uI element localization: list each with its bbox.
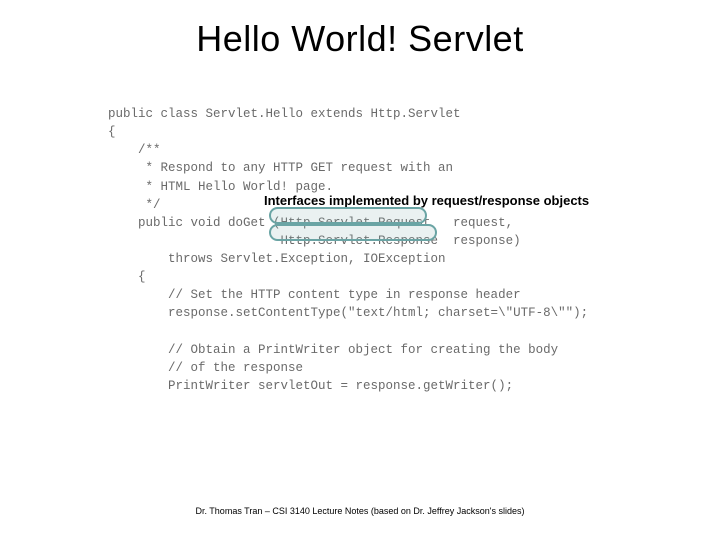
highlight-request-interface xyxy=(269,207,427,224)
code-line: // Set the HTTP content type in response… xyxy=(108,288,521,302)
code-line: { xyxy=(108,125,116,139)
slide-title: Hello World! Servlet xyxy=(0,18,720,60)
code-line: // of the response xyxy=(108,361,303,375)
code-line: PrintWriter servletOut = response.getWri… xyxy=(108,379,513,393)
slide-footer: Dr. Thomas Tran – CSI 3140 Lecture Notes… xyxy=(0,506,720,516)
highlight-response-interface xyxy=(269,224,437,241)
code-line: // Obtain a PrintWriter object for creat… xyxy=(108,343,558,357)
code-line: /** xyxy=(108,143,161,157)
code-line: * Respond to any HTTP GET request with a… xyxy=(108,161,453,175)
code-line: { xyxy=(108,270,146,284)
annotation-label: Interfaces implemented by request/respon… xyxy=(264,193,589,208)
code-line: * HTML Hello World! page. xyxy=(108,180,333,194)
code-line: public class Servlet.Hello extends Http.… xyxy=(108,107,461,121)
code-line: throws Servlet.Exception, IOException xyxy=(108,252,446,266)
slide: Hello World! Servlet public class Servle… xyxy=(0,0,720,540)
code-line: response.setContentType("text/html; char… xyxy=(108,306,588,320)
code-line: */ xyxy=(108,198,161,212)
code-block: public class Servlet.Hello extends Http.… xyxy=(108,105,588,395)
